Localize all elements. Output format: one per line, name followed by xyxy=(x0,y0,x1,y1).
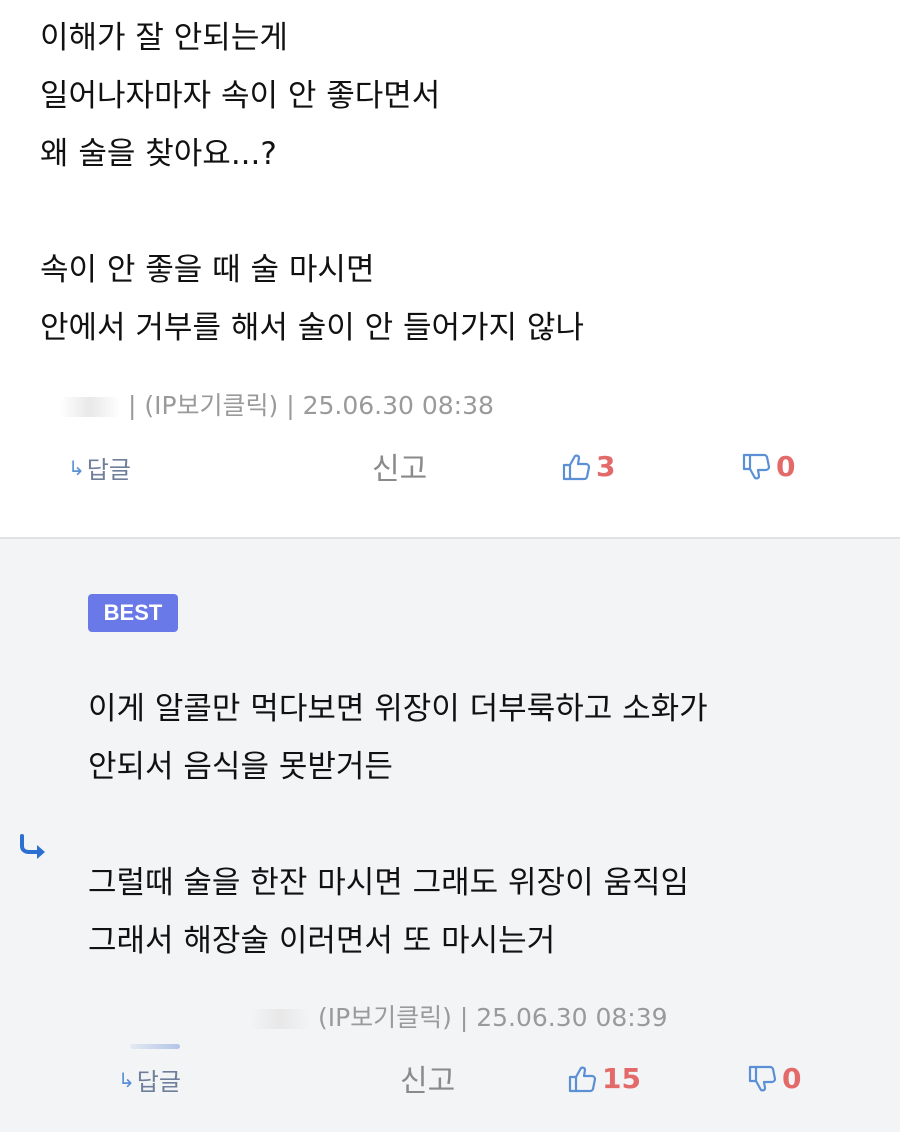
comment-line: 왜 술을 찾아요...? xyxy=(40,136,277,172)
upvote-count: 3 xyxy=(596,450,616,483)
comment-2-meta: (IP보기클릭) | 25.06.30 08:39 xyxy=(250,998,668,1034)
comment-1: 이해가 잘 안되는게 일어나자마자 속이 안 좋다면서 왜 술을 찾아요...?… xyxy=(0,0,900,537)
reply-indicator-icon xyxy=(20,834,45,859)
comment-line: 그럴때 술을 한잔 마시면 그래도 위장이 움직임 xyxy=(88,865,690,901)
comment-meta-text: | (IP보기클릭) | 25.06.30 08:38 xyxy=(127,391,494,420)
upvote-button[interactable]: 3 xyxy=(560,450,615,483)
reply-arrow-icon: ↳ xyxy=(68,455,85,480)
thumbs-up-icon xyxy=(568,1066,597,1092)
downvote-count: 0 xyxy=(782,1062,802,1095)
comment-line: 그래서 해장술 이러면서 또 마시는거 xyxy=(88,923,556,959)
underline-decoration xyxy=(130,1044,180,1049)
comment-line: 안에서 거부를 해서 술이 안 들어가지 않나 xyxy=(40,310,584,346)
downvote-count: 0 xyxy=(776,450,796,483)
best-badge: BEST xyxy=(88,594,178,632)
reply-button[interactable]: ↳ 답글 xyxy=(118,1062,181,1097)
comment-line: 이게 알콜만 먹다보면 위장이 더부룩하고 소화가 xyxy=(88,691,708,727)
downvote-button[interactable]: 0 xyxy=(740,450,795,483)
report-button[interactable]: 신고 xyxy=(372,444,427,488)
upvote-button[interactable]: 15 xyxy=(566,1062,641,1095)
reply-label: 답글 xyxy=(136,1068,181,1096)
reply-label: 답글 xyxy=(86,456,131,484)
reply-button[interactable]: ↳ 답글 xyxy=(68,450,131,485)
author-name-blurred[interactable] xyxy=(60,397,120,417)
thumbs-down-icon xyxy=(742,453,771,479)
thumbs-up-icon xyxy=(562,454,591,480)
thumbs-down-icon xyxy=(748,1065,777,1091)
comment-2-actions: ↳ 답글 신고 15 0 xyxy=(0,1062,900,1102)
comment-line xyxy=(40,183,584,241)
reply-arrow-icon: ↳ xyxy=(118,1067,135,1092)
comment-line: 안되서 음식을 못받거든 xyxy=(88,749,393,785)
downvote-button[interactable]: 0 xyxy=(746,1062,801,1095)
comment-line: 이해가 잘 안되는게 xyxy=(40,20,288,56)
comment-1-body: 이해가 잘 안되는게 일어나자마자 속이 안 좋다면서 왜 술을 찾아요...?… xyxy=(40,9,584,357)
comment-meta-text: (IP보기클릭) | 25.06.30 08:39 xyxy=(317,1003,668,1032)
comment-1-meta: | (IP보기클릭) | 25.06.30 08:38 xyxy=(60,386,494,422)
comment-line xyxy=(88,796,708,854)
comment-line: 속이 안 좋을 때 술 마시면 xyxy=(40,252,375,288)
upvote-count: 15 xyxy=(602,1062,641,1095)
comment-2-body: 이게 알콜만 먹다보면 위장이 더부룩하고 소화가 안되서 음식을 못받거든 그… xyxy=(88,680,708,970)
author-name-blurred[interactable] xyxy=(250,1009,310,1029)
report-button[interactable]: 신고 xyxy=(400,1056,455,1100)
comment-1-actions: ↳ 답글 신고 3 0 xyxy=(0,450,900,490)
comment-line: 일어나자마자 속이 안 좋다면서 xyxy=(40,78,441,114)
